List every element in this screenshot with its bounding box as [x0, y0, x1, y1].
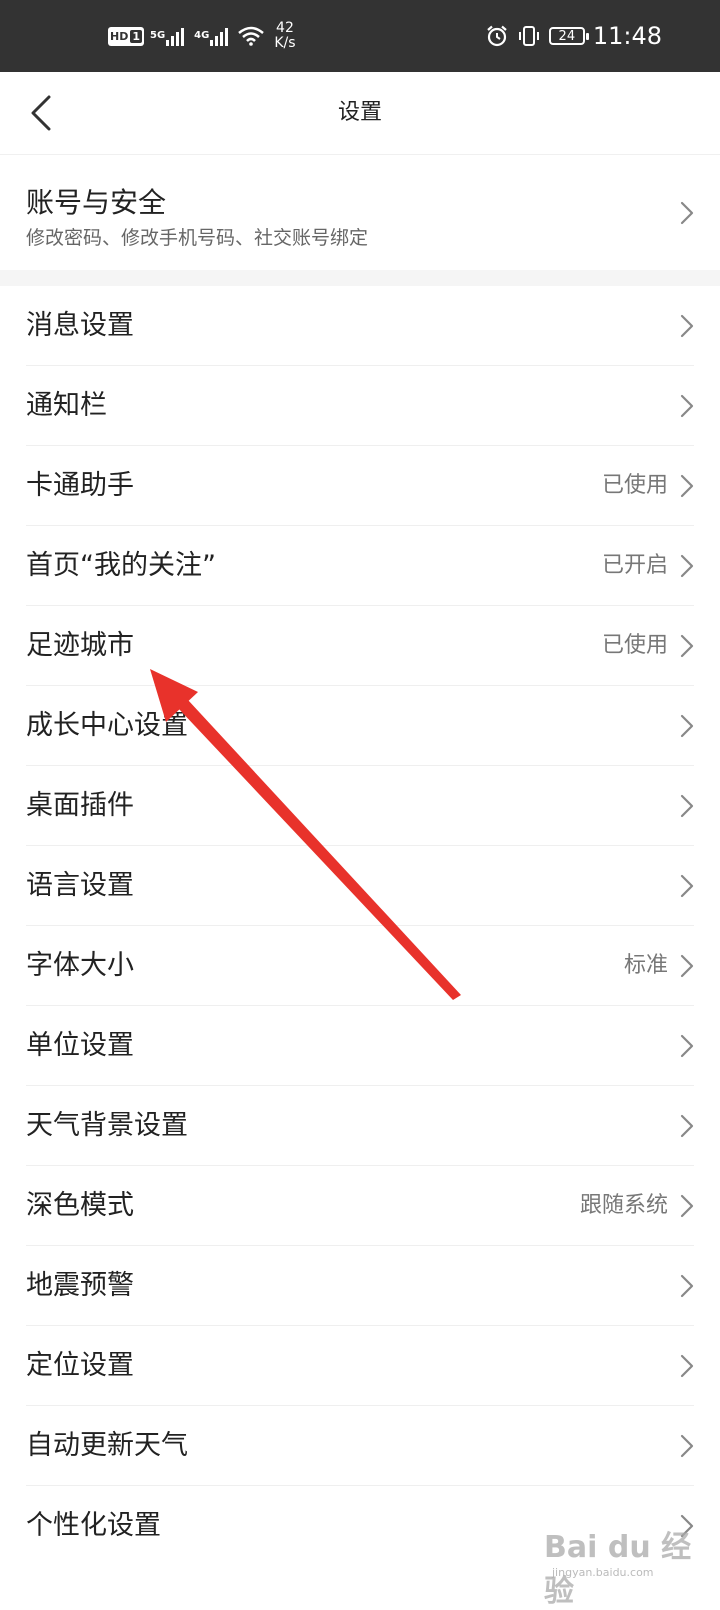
chevron-right-icon [680, 201, 694, 225]
chevron-right-icon [680, 714, 694, 738]
chevron-right-icon [680, 1354, 694, 1378]
chevron-right-icon [680, 634, 694, 658]
account-security-description: 修改密码、修改手机号码、社交账号绑定 [26, 227, 369, 249]
speed-value: 42 [276, 20, 294, 36]
settings-row-label: 单位设置 [26, 1030, 134, 1061]
settings-row-label: 首页“我的关注” [26, 550, 216, 581]
status-bar: HD 1 5G 4G 42 K/s 24 11:48 [0, 0, 720, 72]
section-divider [0, 270, 720, 286]
settings-row-value: 标准 [623, 953, 668, 978]
settings-row[interactable]: 天气背景设置 [0, 1086, 720, 1166]
vibrate-icon [518, 26, 539, 46]
hd-slot: 1 [130, 29, 142, 43]
wifi-icon [238, 26, 265, 46]
chevron-right-icon [680, 1274, 694, 1298]
alarm-clock-icon [487, 25, 507, 47]
network-speed: 42 K/s [274, 21, 295, 51]
settings-row-label: 深色模式 [26, 1190, 134, 1221]
settings-row[interactable]: 深色模式 跟随系统 [0, 1166, 720, 1246]
settings-row[interactable]: 成长中心设置 [0, 686, 720, 766]
chevron-left-icon [31, 95, 51, 131]
settings-row[interactable]: 首页“我的关注” 已开启 [0, 526, 720, 606]
settings-row-value: 已使用 [601, 633, 668, 658]
settings-row[interactable]: 字体大小 标准 [0, 926, 720, 1006]
chevron-right-icon [680, 554, 694, 578]
network-type-4g: 4G [194, 30, 210, 41]
settings-row[interactable]: 单位设置 [0, 1006, 720, 1086]
chevron-right-icon [680, 954, 694, 978]
navigation-bar: 设置 [0, 72, 720, 155]
settings-row[interactable]: 足迹城市 已使用 [0, 606, 720, 686]
chevron-right-icon [680, 394, 694, 418]
chevron-right-icon [680, 314, 694, 338]
status-right: 24 11:48 [485, 0, 662, 72]
chevron-right-icon [680, 1114, 694, 1138]
watermark-url: jingyan.baidu.com [552, 1566, 654, 1579]
chevron-right-icon [680, 874, 694, 898]
signal-4g: 4G [194, 26, 232, 46]
settings-row[interactable]: 消息设置 [0, 286, 720, 366]
speed-unit: K/s [274, 35, 296, 51]
settings-row-label: 个性化设置 [26, 1510, 161, 1541]
network-type-5g: 5G [150, 30, 166, 41]
chevron-right-icon [680, 1194, 694, 1218]
settings-row-label: 卡通助手 [26, 470, 134, 501]
settings-row-label: 地震预警 [26, 1270, 134, 1301]
hd-badge: HD 1 [108, 26, 144, 46]
page-title: 设置 [337, 100, 382, 125]
settings-row[interactable]: 卡通助手 已使用 [0, 446, 720, 526]
signal-5g: 5G [150, 26, 188, 46]
back-button[interactable] [16, 88, 66, 138]
settings-row-label: 语言设置 [26, 870, 134, 901]
settings-row-label: 消息设置 [26, 310, 134, 341]
settings-row-label: 足迹城市 [26, 630, 134, 661]
settings-row-value: 已开启 [601, 553, 668, 578]
settings-row[interactable]: 地震预警 [0, 1246, 720, 1326]
clock: 11:48 [592, 22, 662, 50]
account-security-title: 账号与安全 [26, 186, 167, 219]
chevron-right-icon [680, 794, 694, 818]
settings-row-label: 桌面插件 [26, 790, 134, 821]
status-left: HD 1 5G 4G 42 K/s [108, 0, 296, 72]
hd-label: HD [110, 29, 129, 43]
chevron-right-icon [680, 1034, 694, 1058]
settings-row-label: 成长中心设置 [26, 710, 188, 741]
settings-row[interactable]: 自动更新天气 [0, 1406, 720, 1486]
settings-row[interactable]: 定位设置 [0, 1326, 720, 1406]
chevron-right-icon [680, 1434, 694, 1458]
settings-list: 消息设置 通知栏 卡通助手 已使用 首页“我的关注” 已开启 足迹城市 已使用 成长中心设置 桌面… [0, 286, 720, 1566]
settings-row[interactable]: 语言设置 [0, 846, 720, 926]
settings-row-label: 定位设置 [26, 1350, 134, 1381]
settings-row-label: 通知栏 [26, 390, 107, 421]
battery-indicator: 24 [548, 27, 589, 45]
chevron-right-icon [680, 474, 694, 498]
settings-row-label: 字体大小 [26, 950, 134, 981]
settings-row-label: 自动更新天气 [26, 1430, 188, 1461]
account-security-row[interactable]: 账号与安全 修改密码、修改手机号码、社交账号绑定 [0, 155, 720, 270]
settings-row-label: 天气背景设置 [26, 1110, 188, 1141]
watermark: Bai du 经验 jingyan.baidu.com [544, 1522, 714, 1609]
cellular-signal-icon [210, 28, 229, 46]
settings-row[interactable]: 桌面插件 [0, 766, 720, 846]
cellular-signal-icon [166, 28, 185, 46]
settings-row-value: 跟随系统 [579, 1193, 668, 1218]
settings-row[interactable]: 通知栏 [0, 366, 720, 446]
settings-row-value: 已使用 [601, 473, 668, 498]
